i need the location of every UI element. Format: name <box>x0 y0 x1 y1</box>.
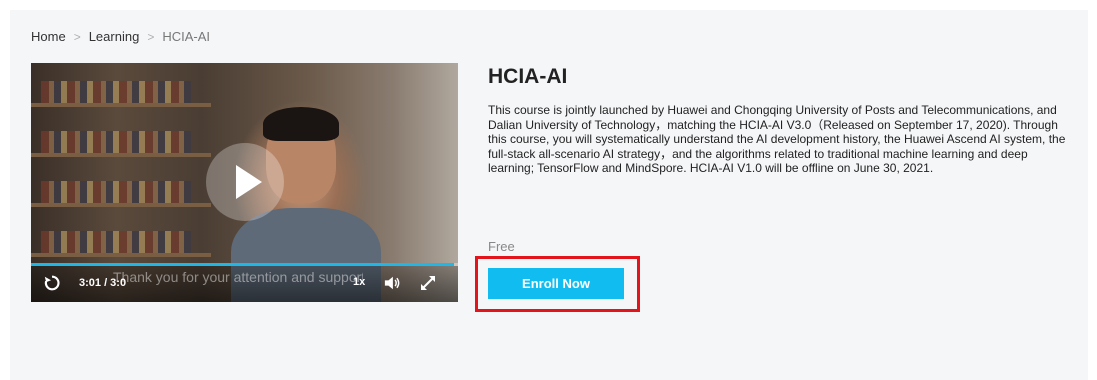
video-subtitle: Thank you for your attention and support <box>113 269 363 285</box>
replay-icon[interactable] <box>43 274 61 292</box>
breadcrumb-learning[interactable]: Learning <box>89 29 140 44</box>
enroll-now-button[interactable]: Enroll Now <box>488 268 624 299</box>
course-page: Home > Learning > HCIA-AI 3:01 / 3:0 1x … <box>10 10 1088 380</box>
bookshelf <box>31 203 211 207</box>
course-price: Free <box>488 239 515 254</box>
bookshelf <box>31 103 211 107</box>
course-title: HCIA-AI <box>488 65 568 88</box>
play-button[interactable] <box>206 143 284 221</box>
breadcrumb-current: HCIA-AI <box>162 29 210 44</box>
presenter-hair <box>263 107 339 141</box>
books <box>41 231 191 253</box>
bookshelf <box>31 153 211 157</box>
bookshelf <box>31 253 211 257</box>
volume-icon[interactable] <box>383 275 401 291</box>
breadcrumb-separator-icon: > <box>147 29 155 44</box>
breadcrumb: Home > Learning > HCIA-AI <box>31 29 210 44</box>
breadcrumb-separator-icon: > <box>73 29 81 44</box>
breadcrumb-home[interactable]: Home <box>31 29 66 44</box>
books <box>41 181 191 203</box>
course-description: This course is jointly launched by Huawe… <box>488 103 1066 175</box>
books <box>41 131 191 153</box>
video-player[interactable]: 3:01 / 3:0 1x Thank you for your attenti… <box>31 63 458 302</box>
play-icon <box>236 165 262 199</box>
books <box>41 81 191 103</box>
fullscreen-icon[interactable] <box>420 275 436 291</box>
